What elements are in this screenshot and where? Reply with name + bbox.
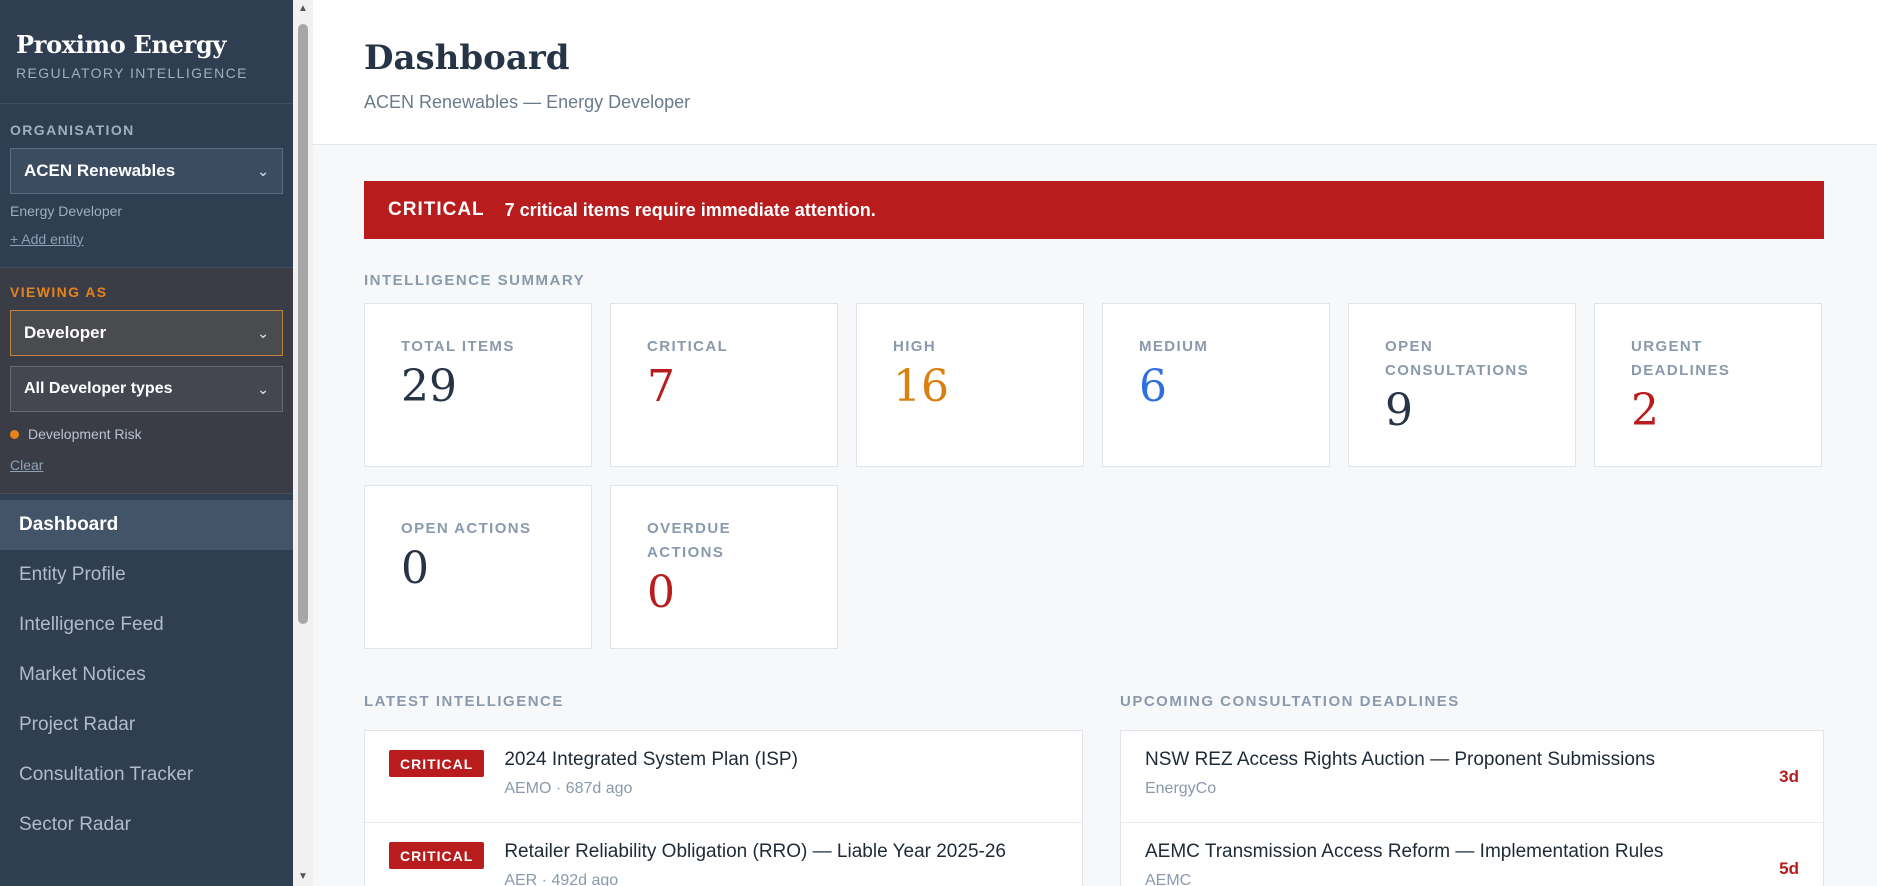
scrollbar-thumb[interactable] (298, 24, 308, 624)
card-urgent-deadlines[interactable]: URGENT DEADLINES 2 (1594, 303, 1822, 467)
role-select[interactable]: Developer ⌄ (10, 310, 283, 356)
summary-heading: INTELLIGENCE SUMMARY (364, 272, 586, 289)
sidebar: Proximo Energy REGULATORY INTELLIGENCE O… (0, 0, 293, 886)
page-subtitle: ACEN Renewables — Energy Developer (364, 92, 691, 112)
nav-item-intelligence-feed[interactable]: Intelligence Feed (0, 600, 293, 650)
organisation-type: Energy Developer (10, 203, 123, 219)
card-label: CRITICAL (647, 338, 729, 355)
card-value: 6 (1139, 361, 1167, 412)
dashboard-body: CRITICAL 7 critical items require immedi… (313, 145, 1877, 886)
card-value: 0 (647, 567, 675, 618)
card-label: OVERDUE ACTIONS (647, 520, 731, 561)
developer-type-select[interactable]: All Developer types ⌄ (10, 366, 283, 412)
item-meta: AER · 492d ago (504, 872, 619, 886)
active-filter: Development Risk (10, 426, 283, 442)
page-title: Dashboard (364, 38, 570, 78)
chevron-down-icon: ⌄ (257, 380, 269, 397)
brand-subtitle: REGULATORY INTELLIGENCE (16, 65, 248, 81)
nav-item-consultation-tracker[interactable]: Consultation Tracker (0, 750, 293, 800)
alert-tag: CRITICAL (388, 199, 485, 220)
card-label: OPEN ACTIONS (401, 520, 532, 537)
consultation-deadlines-heading: UPCOMING CONSULTATION DEADLINES (1119, 693, 1460, 710)
nav-item-project-radar[interactable]: Project Radar (0, 700, 293, 750)
scroll-up-arrow-icon[interactable]: ▲ (293, 0, 313, 18)
main-content: Dashboard ACEN Renewables — Energy Devel… (313, 0, 1877, 886)
list-item[interactable]: AEMC Transmission Access Reform — Implem… (1121, 823, 1823, 886)
clear-filter-link[interactable]: Clear (10, 457, 43, 473)
card-label: MEDIUM (1139, 338, 1209, 355)
brand-title[interactable]: Proximo Energy (16, 30, 277, 59)
add-entity-link[interactable]: + Add entity (10, 231, 84, 247)
card-value: 7 (647, 361, 675, 412)
list-item[interactable]: CRITICAL Retailer Reliability Obligation… (365, 823, 1082, 886)
days-remaining: 5d (1779, 859, 1799, 878)
role-select-value: Developer (24, 323, 107, 342)
item-meta: AEMC (1144, 872, 1192, 886)
nav-item-sector-radar[interactable]: Sector Radar (0, 800, 293, 850)
item-title: 2024 Integrated System Plan (ISP) (504, 749, 798, 770)
latest-intelligence-panel: LATEST INTELLIGENCE CRITICAL 2024 Integr… (364, 693, 1083, 886)
card-value: 9 (1385, 385, 1413, 436)
lower-panels: LATEST INTELLIGENCE CRITICAL 2024 Integr… (364, 693, 1824, 886)
consultation-deadlines-panel: UPCOMING CONSULTATION DEADLINES NSW REZ … (1119, 693, 1824, 886)
severity-badge: CRITICAL (389, 750, 485, 777)
organisation-select-value: ACEN Renewables (24, 161, 176, 180)
brand: Proximo Energy REGULATORY INTELLIGENCE (0, 0, 293, 104)
organisation-label: ORGANISATION (10, 122, 135, 138)
developer-type-select-value: All Developer types (24, 380, 173, 397)
active-filter-label: Development Risk (28, 426, 142, 442)
latest-intelligence-list: CRITICAL 2024 Integrated System Plan (IS… (364, 730, 1083, 886)
alert-message: 7 critical items require immediate atten… (504, 199, 876, 220)
nav-item-market-notices[interactable]: Market Notices (0, 650, 293, 700)
card-high[interactable]: HIGH 16 (856, 303, 1084, 467)
list-item[interactable]: CRITICAL 2024 Integrated System Plan (IS… (365, 731, 1082, 823)
card-value: 29 (401, 361, 457, 412)
card-label: HIGH (893, 338, 937, 355)
card-value: 16 (893, 361, 949, 412)
consultation-deadlines-list: NSW REZ Access Rights Auction — Proponen… (1119, 730, 1824, 886)
card-open-actions[interactable]: OPEN ACTIONS 0 (364, 485, 592, 649)
viewing-as-section: VIEWING AS Developer ⌄ All Developer typ… (0, 268, 293, 494)
item-title: AEMC Transmission Access Reform — Implem… (1144, 841, 1664, 862)
organisation-section: ORGANISATION ACEN Renewables ⌄ Energy De… (0, 104, 293, 268)
list-item[interactable]: NSW REZ Access Rights Auction — Proponen… (1120, 731, 1823, 823)
sidebar-scrollbar[interactable]: ▲ ▼ (293, 0, 313, 886)
card-critical[interactable]: CRITICAL 7 (610, 303, 838, 467)
card-total-items[interactable]: TOTAL ITEMS 29 (364, 303, 592, 467)
days-remaining: 3d (1779, 767, 1799, 786)
item-meta: AEMO · 687d ago (504, 780, 633, 797)
chevron-down-icon: ⌄ (257, 162, 269, 179)
card-label: TOTAL ITEMS (401, 338, 515, 355)
main-nav: Dashboard Entity Profile Intelligence Fe… (0, 500, 293, 850)
card-label: URGENT DEADLINES (1631, 338, 1731, 379)
page-header: Dashboard ACEN Renewables — Energy Devel… (313, 0, 1877, 145)
critical-alert-banner[interactable]: CRITICAL 7 critical items require immedi… (364, 181, 1824, 239)
item-title: Retailer Reliability Obligation (RRO) — … (504, 841, 1006, 862)
card-medium[interactable]: MEDIUM 6 (1102, 303, 1330, 467)
card-open-consultations[interactable]: OPEN CONSULTATIONS 9 (1348, 303, 1576, 467)
item-title: NSW REZ Access Rights Auction — Proponen… (1144, 749, 1656, 770)
card-label: OPEN CONSULTATIONS (1385, 338, 1530, 379)
card-value: 2 (1631, 385, 1659, 436)
latest-intelligence-heading: LATEST INTELLIGENCE (364, 693, 564, 710)
filter-dot-icon (10, 429, 19, 439)
item-meta: EnergyCo (1144, 780, 1217, 797)
nav-item-entity-profile[interactable]: Entity Profile (0, 550, 293, 600)
severity-badge: CRITICAL (389, 842, 485, 869)
summary-cards: TOTAL ITEMS 29 CRITICAL 7 HIGH 16 MEDIUM… (364, 303, 1824, 649)
scroll-down-arrow-icon[interactable]: ▼ (293, 868, 313, 886)
viewing-as-label: VIEWING AS (10, 284, 108, 300)
card-value: 0 (401, 543, 429, 594)
card-overdue-actions[interactable]: OVERDUE ACTIONS 0 (610, 485, 838, 649)
chevron-down-icon: ⌄ (257, 324, 269, 341)
nav-item-dashboard[interactable]: Dashboard (0, 500, 293, 550)
organisation-select[interactable]: ACEN Renewables ⌄ (10, 148, 283, 194)
